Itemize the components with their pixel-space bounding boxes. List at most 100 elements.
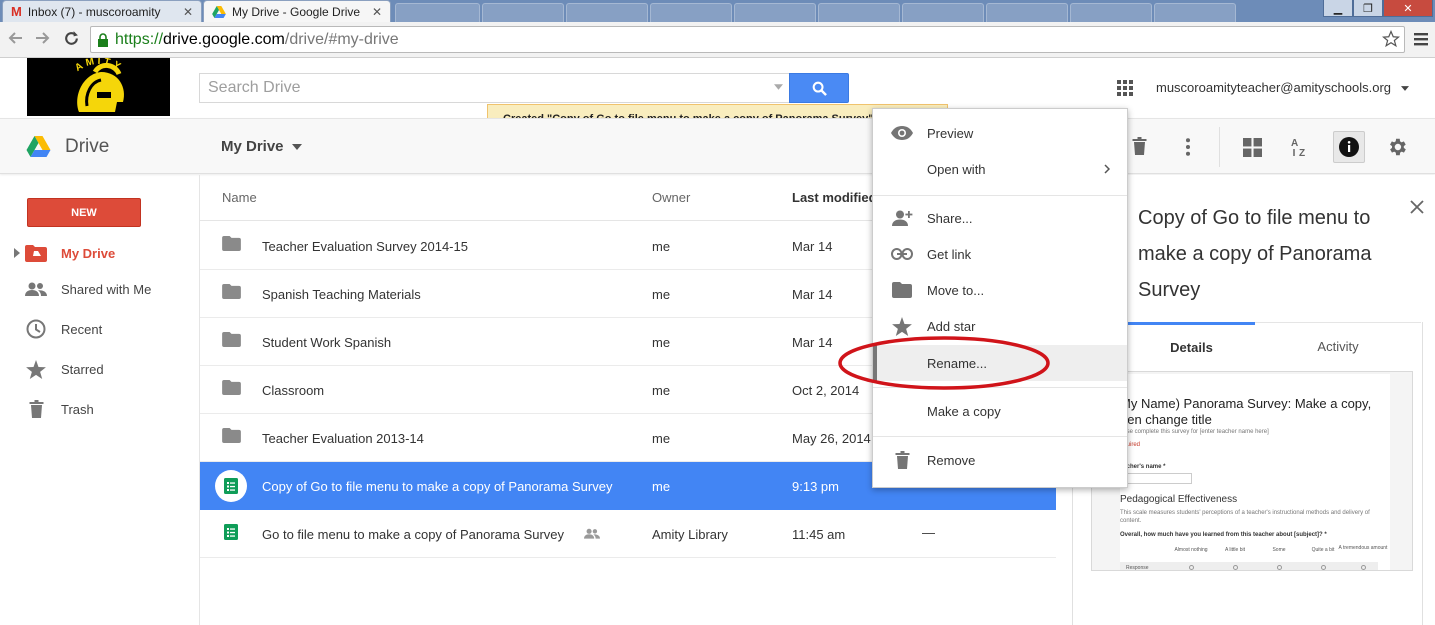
- tab-other[interactable]: [902, 3, 984, 22]
- menu-item-remove[interactable]: Remove: [873, 442, 1127, 478]
- close-icon[interactable]: ✕: [370, 5, 384, 19]
- file-owner: me: [652, 479, 671, 494]
- search-input[interactable]: Search Drive: [199, 73, 789, 103]
- sidebar-item-starred[interactable]: Starred: [0, 351, 199, 387]
- link-icon: [890, 248, 914, 260]
- minimize-icon[interactable]: ▁: [1323, 0, 1353, 17]
- context-menu: Preview Open with Share... Get link Move…: [872, 108, 1128, 488]
- tab-other[interactable]: [986, 3, 1068, 22]
- file-owner: Amity Library: [652, 527, 728, 542]
- tab-other[interactable]: [650, 3, 732, 22]
- tab-title: Inbox (7) - muscoroamity: [27, 4, 161, 19]
- tab-details[interactable]: Details: [1128, 322, 1255, 370]
- more-options-icon[interactable]: [1185, 138, 1191, 156]
- tab-label: Details: [1170, 340, 1213, 355]
- preview-heading-line: My Name) Panorama Survey: Make a copy,: [1120, 396, 1372, 411]
- file-modified: May 26, 2014: [792, 431, 871, 446]
- column-name[interactable]: Name: [222, 190, 257, 205]
- folder-icon: [890, 282, 914, 298]
- file-preview[interactable]: My Name) Panorama Survey: Make a copy, n…: [1091, 371, 1413, 571]
- trash-icon[interactable]: [1132, 137, 1147, 155]
- file-name: Go to file menu to make a copy of Panora…: [262, 527, 565, 542]
- sidebar-item-label: Trash: [61, 401, 94, 417]
- file-name: Teacher Evaluation 2013-14: [262, 431, 424, 446]
- location-dropdown[interactable]: My Drive: [221, 138, 302, 155]
- table-row[interactable]: Go to file menu to make a copy of Panora…: [200, 510, 1056, 558]
- file-owner: me: [652, 383, 671, 398]
- column-last-modified[interactable]: Last modified: [792, 190, 877, 205]
- gear-icon[interactable]: [1386, 136, 1408, 158]
- maximize-icon[interactable]: ❐: [1353, 0, 1383, 17]
- preview-section-desc: This scale measures students' perception…: [1120, 510, 1370, 524]
- toolbar-divider: [1219, 127, 1220, 167]
- search-options-icon[interactable]: [774, 84, 783, 90]
- amity-logo[interactable]: AMITY: [27, 58, 170, 116]
- tab-other[interactable]: [734, 3, 816, 22]
- window-close-icon[interactable]: ✕: [1383, 0, 1433, 17]
- search-icon: [812, 81, 827, 96]
- menu-item-move-to[interactable]: Move to...: [873, 272, 1127, 308]
- file-owner: me: [652, 431, 671, 446]
- new-button[interactable]: NEW: [27, 198, 141, 227]
- my-drive-icon: [24, 244, 48, 262]
- menu-item-rename[interactable]: Rename...: [873, 345, 1127, 381]
- tab-other[interactable]: [1154, 3, 1236, 22]
- account-email: muscoroamityteacher@amityschools.org: [1156, 80, 1392, 95]
- tab-other[interactable]: [482, 3, 564, 22]
- menu-item-preview[interactable]: Preview: [873, 115, 1127, 151]
- scale-label: A tremendous amount: [1338, 545, 1388, 551]
- sidebar-item-shared-with-me[interactable]: Shared with Me: [0, 271, 199, 307]
- tab-blank[interactable]: [395, 3, 480, 22]
- file-size: —: [922, 525, 935, 540]
- file-name: Spanish Teaching Materials: [262, 287, 421, 302]
- expand-arrow-icon[interactable]: [14, 248, 20, 258]
- tab-activity[interactable]: Activity: [1255, 322, 1421, 370]
- app-name: Drive: [65, 136, 110, 157]
- menu-item-share[interactable]: Share...: [873, 200, 1127, 236]
- preview-question: Overall, how much have you learned from …: [1120, 532, 1327, 538]
- sidebar-item-recent[interactable]: Recent: [0, 311, 199, 347]
- location-label: My Drive: [221, 138, 284, 155]
- menu-item-get-link[interactable]: Get link: [873, 236, 1127, 272]
- forward-icon[interactable]: [34, 30, 50, 46]
- account-switcher[interactable]: muscoroamityteacher@amityschools.org: [1156, 80, 1409, 95]
- menu-item-label: Preview: [927, 125, 974, 141]
- reload-icon[interactable]: [63, 30, 80, 47]
- tab-other[interactable]: [566, 3, 648, 22]
- address-bar[interactable]: https://drive.google.com/drive/#my-drive: [90, 26, 1405, 53]
- url-scheme: https://: [115, 30, 164, 48]
- details-toggle-button[interactable]: [1333, 131, 1365, 163]
- grid-view-icon[interactable]: [1243, 138, 1262, 157]
- menu-icon[interactable]: [1414, 32, 1428, 46]
- close-icon[interactable]: [1410, 200, 1424, 214]
- gmail-icon: M: [11, 4, 22, 19]
- menu-item-make-a-copy[interactable]: Make a copy: [873, 393, 1127, 429]
- tab-other[interactable]: [818, 3, 900, 22]
- menu-item-open-with[interactable]: Open with: [873, 151, 1127, 187]
- info-icon: [1339, 137, 1359, 157]
- chevron-down-icon: [291, 143, 302, 150]
- back-icon[interactable]: [8, 30, 24, 46]
- menu-item-add-star[interactable]: Add star: [873, 308, 1127, 344]
- bookmark-star-icon[interactable]: [1382, 30, 1400, 48]
- tab-gmail[interactable]: M Inbox (7) - muscoroamity ✕: [2, 0, 202, 22]
- preview-subtitle: ease complete this survey for [enter tea…: [1120, 429, 1269, 435]
- sort-az-icon[interactable]: AZ: [1290, 136, 1312, 158]
- close-icon[interactable]: ✕: [181, 5, 195, 19]
- search-button[interactable]: [789, 73, 849, 103]
- trash-icon: [24, 400, 48, 418]
- tab-other[interactable]: [1070, 3, 1152, 22]
- eye-icon: [890, 126, 914, 140]
- apps-grid-icon[interactable]: [1117, 80, 1133, 96]
- file-owner: me: [652, 287, 671, 302]
- menu-separator: [873, 195, 1127, 196]
- tab-my-drive[interactable]: My Drive - Google Drive ✕: [203, 0, 391, 22]
- sidebar-item-trash[interactable]: Trash: [0, 391, 199, 427]
- preview-heading-line: nen change title: [1120, 412, 1212, 427]
- scrollbar-track[interactable]: [1422, 322, 1423, 625]
- tab-label: Activity: [1317, 339, 1359, 354]
- folder-icon: [222, 380, 241, 395]
- file-owner: me: [652, 239, 671, 254]
- sidebar-item-my-drive[interactable]: My Drive: [0, 235, 199, 271]
- column-owner[interactable]: Owner: [652, 190, 690, 205]
